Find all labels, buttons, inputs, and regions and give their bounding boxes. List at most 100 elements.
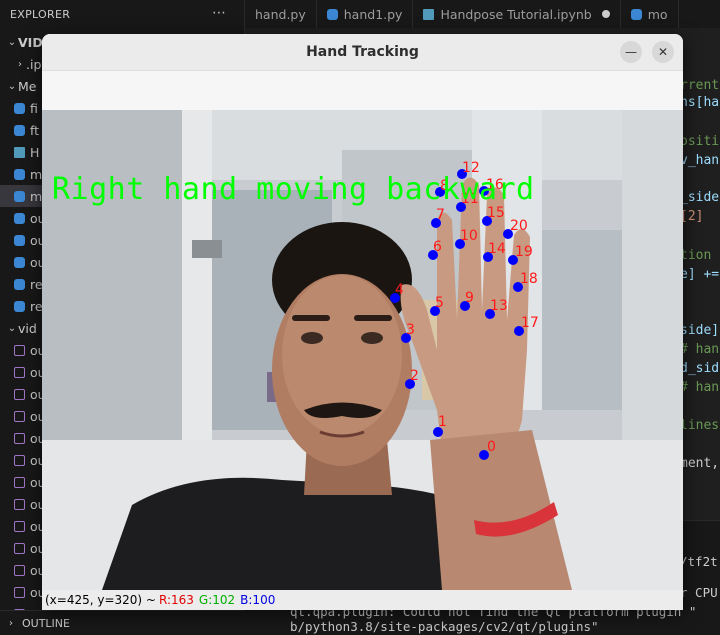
- code-line: rrent: [680, 78, 720, 93]
- minimize-button[interactable]: —: [620, 41, 642, 63]
- code-line: e] +=: [680, 267, 720, 282]
- red-channel-value: R:163: [158, 593, 194, 607]
- tree-item-label: re: [30, 276, 43, 292]
- landmark-label: 20: [510, 218, 528, 234]
- notebook-file-icon: [423, 8, 435, 20]
- terminal-line: r CPU: [680, 585, 718, 600]
- python-file-icon: [14, 278, 25, 290]
- landmark-label: 6: [433, 239, 442, 255]
- landmark-label: 14: [488, 241, 506, 257]
- video-file-icon: [14, 432, 25, 444]
- tree-item-label: vid: [18, 320, 37, 336]
- landmark-label: 5: [435, 295, 444, 311]
- video-file-icon: [14, 366, 25, 378]
- landmark-label: 7: [436, 207, 445, 223]
- python-file-icon: [630, 8, 642, 20]
- code-line: ns[ha: [680, 95, 720, 110]
- tree-item-label: m: [30, 188, 43, 204]
- code-line: ositi: [680, 134, 720, 149]
- code-line: d_sid: [680, 361, 720, 376]
- python-file-icon: [14, 168, 25, 180]
- tab-mo[interactable]: mo: [621, 0, 679, 28]
- python-file-icon: [14, 124, 25, 136]
- video-file-icon: [14, 388, 25, 400]
- code-line: lines: [680, 418, 720, 433]
- tree-item-label: fi: [30, 100, 38, 116]
- chevron-right-icon: ›: [9, 617, 13, 629]
- python-file-icon: [14, 212, 25, 224]
- python-file-icon: [14, 256, 25, 268]
- video-file-icon: [14, 410, 25, 422]
- explorer-header: EXPLORER ⋯: [0, 0, 244, 28]
- python-file-icon: [14, 102, 25, 114]
- tab-handpose-tutorial[interactable]: Handpose Tutorial.ipynb: [413, 0, 621, 28]
- landmark-label: 15: [487, 205, 505, 221]
- tab-hand-py[interactable]: hand.py: [245, 0, 317, 28]
- landmark-label: 3: [406, 322, 415, 338]
- landmark-label: 10: [460, 228, 478, 244]
- hand-tracking-window: Hand Tracking — ✕ 0 1 2 3 4 5 6 7 8 9 10…: [42, 34, 683, 610]
- terminal-line: b/python3.8/site-packages/cv2/qt/plugins…: [290, 619, 599, 634]
- video-file-icon: [14, 542, 25, 554]
- chevron-down-icon: ⌄: [7, 80, 17, 92]
- landmark-label: 17: [521, 315, 539, 331]
- tree-item-label: Me: [18, 78, 37, 94]
- window-statusbar: (x=425, y=320) ~ R:163 G:102 B:100: [42, 590, 683, 610]
- tree-item-label: ft: [30, 122, 40, 138]
- landmark-label: 4: [395, 282, 404, 298]
- tab-label: Handpose Tutorial.ipynb: [440, 6, 592, 22]
- landmark-label: 18: [520, 271, 538, 287]
- video-file-icon: [14, 520, 25, 532]
- chevron-down-icon: ⌄: [7, 322, 17, 334]
- python-file-icon: [14, 234, 25, 246]
- video-file-icon: [14, 454, 25, 466]
- landmark-label: 9: [465, 290, 474, 306]
- video-file-icon: [14, 476, 25, 488]
- python-file-icon: [326, 8, 338, 20]
- webcam-frame[interactable]: 0 1 2 3 4 5 6 7 8 9 10 11 12 13 14 15 16 17 18 19 20 Right h…: [42, 110, 683, 590]
- landmark-label: 2: [410, 368, 419, 384]
- outline-label: OUTLINE: [22, 616, 70, 630]
- blue-channel-value: B:100: [240, 593, 276, 607]
- chevron-down-icon: ⌄: [7, 36, 17, 48]
- close-button[interactable]: ✕: [652, 41, 674, 63]
- window-titlebar[interactable]: Hand Tracking — ✕: [42, 34, 683, 71]
- code-line: # han: [680, 342, 720, 357]
- landmark-label: 1: [438, 414, 447, 430]
- landmark-label: 0: [487, 439, 496, 455]
- tree-item-label: H: [30, 144, 40, 160]
- window-title: Hand Tracking: [306, 44, 419, 60]
- tree-item-label: m: [30, 166, 43, 182]
- code-line: v_han: [680, 153, 720, 168]
- landmark-label: 13: [490, 298, 508, 314]
- code-line: # han: [680, 380, 720, 395]
- green-channel-value: G:102: [198, 593, 236, 607]
- code-line: tion: [680, 248, 712, 263]
- chevron-right-icon: ›: [18, 58, 22, 70]
- code-line: side]: [680, 323, 720, 338]
- tree-item-label: re: [30, 298, 43, 314]
- code-line: ment,: [680, 456, 720, 471]
- minus-icon: —: [625, 45, 637, 59]
- notebook-file-icon: [14, 146, 25, 158]
- python-file-icon: [14, 190, 25, 202]
- code-line: _side: [680, 190, 720, 205]
- editor-tabbar: hand.py hand1.py Handpose Tutorial.ipynb…: [245, 0, 720, 28]
- tab-label: hand1.py: [343, 6, 403, 22]
- gesture-status-text: Right hand moving backward: [52, 172, 535, 207]
- explorer-title: EXPLORER: [10, 7, 71, 21]
- terminal-line: /tf2t: [680, 554, 718, 569]
- video-file-icon: [14, 586, 25, 598]
- tab-label: hand.py: [255, 6, 306, 22]
- python-file-icon: [14, 300, 25, 312]
- close-icon: ✕: [657, 45, 669, 59]
- cursor-coordinates: (x=425, y=320) ~: [45, 593, 156, 607]
- more-actions-icon[interactable]: ⋯: [212, 5, 226, 21]
- landmark-label: 19: [515, 244, 533, 260]
- video-file-icon: [14, 344, 25, 356]
- outline-section[interactable]: › OUTLINE: [0, 610, 245, 635]
- tab-hand1-py[interactable]: hand1.py: [317, 0, 414, 28]
- unsaved-dot-icon: [601, 10, 610, 18]
- tab-label: mo: [647, 6, 668, 22]
- video-file-icon: [14, 498, 25, 510]
